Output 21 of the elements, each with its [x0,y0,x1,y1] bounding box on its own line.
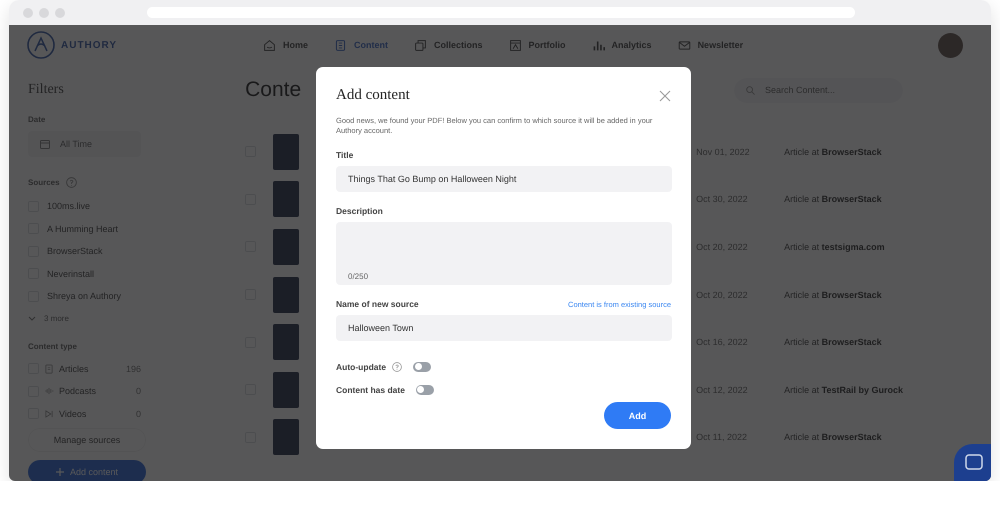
title-input[interactable]: Things That Go Bump on Halloween Night [336,166,672,192]
window-dot[interactable] [55,8,65,18]
toggle-label: Content has date [336,384,405,395]
toggle-switch[interactable] [416,384,434,395]
add-button[interactable]: Add [604,402,671,430]
source-name-label: Name of new source [336,299,419,310]
title-label: Title [336,150,354,160]
help-icon[interactable] [392,362,402,372]
logo-text: AUTHORY [61,40,118,50]
source-name-input[interactable]: Halloween Town [336,315,672,342]
close-icon[interactable] [659,90,671,102]
description-textarea[interactable]: 0/250 [336,222,672,286]
dialog-title: Add content [336,87,410,104]
description-label: Description [336,206,384,216]
toggle-label: Auto-update [336,362,386,372]
window-dot[interactable] [23,8,33,18]
chat-bubble-icon[interactable] [954,444,991,481]
character-counter: 0/250 [348,272,368,282]
toggle-switch[interactable] [413,362,432,372]
page-heading: Conte [245,78,302,102]
window-dot[interactable] [39,8,49,18]
